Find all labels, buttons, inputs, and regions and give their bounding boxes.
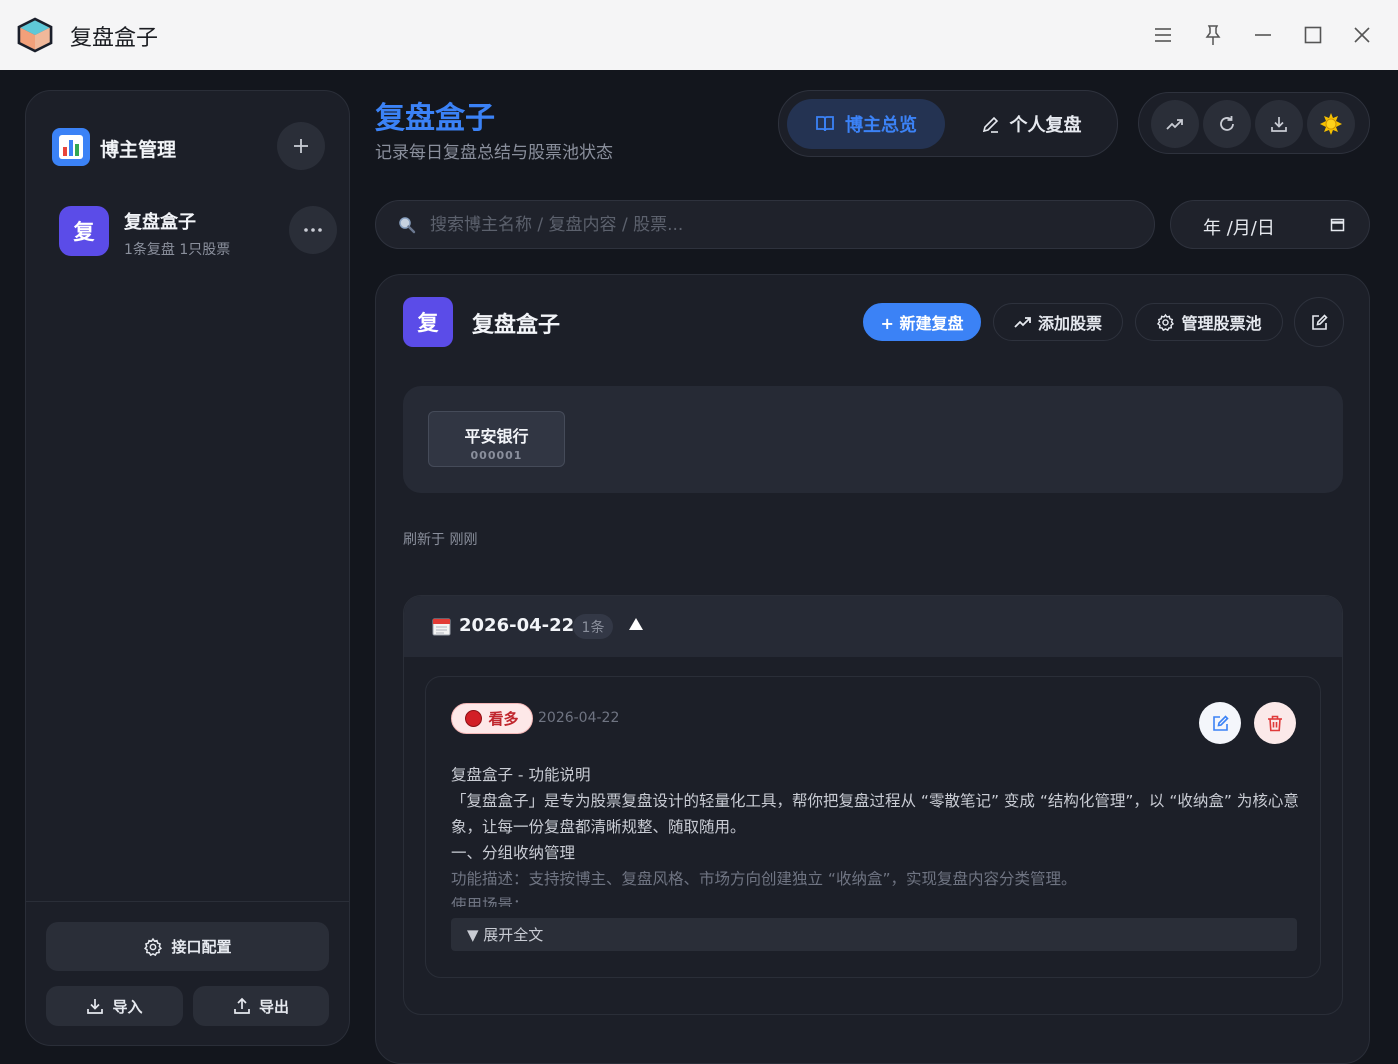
- blogger-title: 复盘盒子: [472, 313, 561, 338]
- add-blogger-button[interactable]: [277, 122, 325, 170]
- sentiment-tag: 看多: [451, 703, 533, 734]
- gear-icon: [1157, 313, 1175, 331]
- blogger-meta: 1条复盘 1只股票: [124, 242, 231, 258]
- group-date: 2026-04-22: [459, 615, 575, 636]
- page-subtitle: 记录每日复盘总结与股票池状态: [375, 143, 613, 163]
- sidebar-title: 博主管理: [100, 139, 177, 161]
- blogger-name: 复盘盒子: [124, 212, 196, 233]
- app-logo-icon: [17, 17, 53, 53]
- avatar: 复: [59, 206, 109, 256]
- add-stock-label: 添加股票: [1037, 314, 1102, 333]
- edit-icon: [1212, 714, 1229, 731]
- add-stock-button[interactable]: 添加股票: [993, 303, 1123, 341]
- export-button[interactable]: 导出: [193, 986, 329, 1026]
- review-date-group: 2026-04-22 1条 看多 2026-04-22 复盘盒子 - 功能说明 …: [403, 595, 1343, 1015]
- review-content: 复盘盒子 - 功能说明 「复盘盒子」是专为股票复盘设计的轻量化工具，帮你把复盘过…: [451, 762, 1301, 907]
- date-group-header[interactable]: 2026-04-22 1条: [404, 596, 1342, 657]
- minimize-icon[interactable]: [1251, 23, 1275, 47]
- close-icon[interactable]: [1350, 23, 1374, 47]
- title-bar: 复盘盒子: [0, 0, 1398, 70]
- blogger-panel: 复 复盘盒子 + 新建复盘 添加股票 管理股票池 平安银行 000001 刷新于…: [375, 274, 1370, 1064]
- divider: [26, 901, 349, 902]
- download-icon: [1271, 117, 1287, 132]
- content-line: 「复盘盒子」是专为股票复盘设计的轻量化工具，帮你把复盘过程从 “零散笔记” 变成…: [451, 792, 1299, 836]
- collapse-toggle-icon[interactable]: [628, 617, 644, 631]
- pin-icon[interactable]: [1201, 23, 1225, 47]
- content-line: 一、分组收纳管理: [451, 844, 576, 862]
- view-tabs: 博主总览 个人复盘: [778, 90, 1118, 157]
- app-title: 复盘盒子: [70, 26, 159, 51]
- gear-icon: [144, 937, 163, 956]
- trash-icon: [1268, 715, 1282, 731]
- manage-pool-label: 管理股票池: [1181, 314, 1262, 333]
- sun-icon: [1320, 113, 1342, 135]
- toolbar: [1138, 92, 1370, 154]
- entry-count-badge: 1条: [573, 614, 613, 639]
- review-date: 2026-04-22: [538, 710, 620, 726]
- content-line: 复盘盒子 - 功能说明: [451, 766, 591, 784]
- refresh-status: 刷新于 刚刚: [403, 532, 478, 548]
- download-button[interactable]: [1255, 100, 1303, 148]
- search-bar: [375, 200, 1155, 249]
- tab-blogger-overview[interactable]: 博主总览: [787, 99, 945, 149]
- new-review-button[interactable]: + 新建复盘: [863, 303, 981, 341]
- theme-toggle-button[interactable]: [1307, 100, 1355, 148]
- book-open-icon: [816, 116, 834, 132]
- stock-name: 平安银行: [464, 427, 529, 446]
- trend-button[interactable]: [1151, 100, 1199, 148]
- calendar-icon: [432, 618, 451, 636]
- sentiment-label: 看多: [488, 710, 519, 728]
- pencil-icon: [982, 116, 998, 133]
- export-icon: [234, 997, 250, 1014]
- date-picker[interactable]: 年 /月/日: [1170, 200, 1370, 249]
- search-input[interactable]: [430, 201, 1130, 248]
- red-circle-icon: [465, 710, 483, 727]
- api-config-label: 接口配置: [171, 938, 232, 956]
- stock-code: 000001: [470, 449, 523, 462]
- edit-review-button[interactable]: [1199, 702, 1241, 744]
- edit-icon: [1311, 313, 1328, 330]
- expand-full-text-button[interactable]: ▼ 展开全文: [451, 918, 1297, 951]
- api-config-button[interactable]: 接口配置: [46, 922, 329, 971]
- import-label: 导入: [112, 997, 143, 1016]
- plus-icon: [294, 139, 308, 153]
- maximize-icon[interactable]: [1301, 23, 1325, 47]
- stock-chip[interactable]: 平安银行 000001: [428, 411, 565, 467]
- ellipsis-icon: [304, 228, 322, 232]
- trend-icon: [1014, 317, 1031, 328]
- bar-chart-icon: [52, 128, 90, 166]
- import-icon: [87, 999, 104, 1014]
- refresh-button[interactable]: [1203, 100, 1251, 148]
- tab-label: 博主总览: [845, 115, 917, 136]
- page-title: 复盘盒子: [375, 101, 495, 136]
- refresh-icon: [1220, 116, 1234, 131]
- tab-label: 个人复盘: [1009, 115, 1082, 136]
- sidebar: 博主管理 复 复盘盒子 1条复盘 1只股票 接口配置 导入 导出: [25, 90, 350, 1046]
- manage-pool-button[interactable]: 管理股票池: [1135, 303, 1283, 341]
- search-icon: [399, 217, 416, 234]
- review-card: 看多 2026-04-22 复盘盒子 - 功能说明 「复盘盒子」是专为股票复盘设…: [425, 676, 1321, 978]
- avatar: 复: [403, 297, 453, 347]
- menu-icon[interactable]: [1151, 23, 1175, 47]
- calendar-icon[interactable]: [1330, 217, 1345, 232]
- import-button[interactable]: 导入: [46, 986, 183, 1026]
- delete-review-button[interactable]: [1254, 702, 1296, 744]
- sidebar-item-blogger[interactable]: 复 复盘盒子 1条复盘 1只股票: [44, 195, 337, 265]
- more-options-button[interactable]: [289, 206, 337, 254]
- tab-personal-review[interactable]: 个人复盘: [961, 99, 1101, 149]
- content-line: 功能描述：支持按博主、复盘风格、市场方向创建独立 “收纳盒”，实现复盘内容分类管…: [451, 870, 1077, 888]
- trend-icon: [1166, 119, 1183, 130]
- export-label: 导出: [258, 997, 289, 1016]
- stock-pool: 平安银行 000001: [403, 386, 1343, 493]
- content-line: 使用场景：: [451, 896, 529, 907]
- date-placeholder: 年 /月/日: [1203, 218, 1275, 239]
- edit-blogger-button[interactable]: [1294, 297, 1344, 347]
